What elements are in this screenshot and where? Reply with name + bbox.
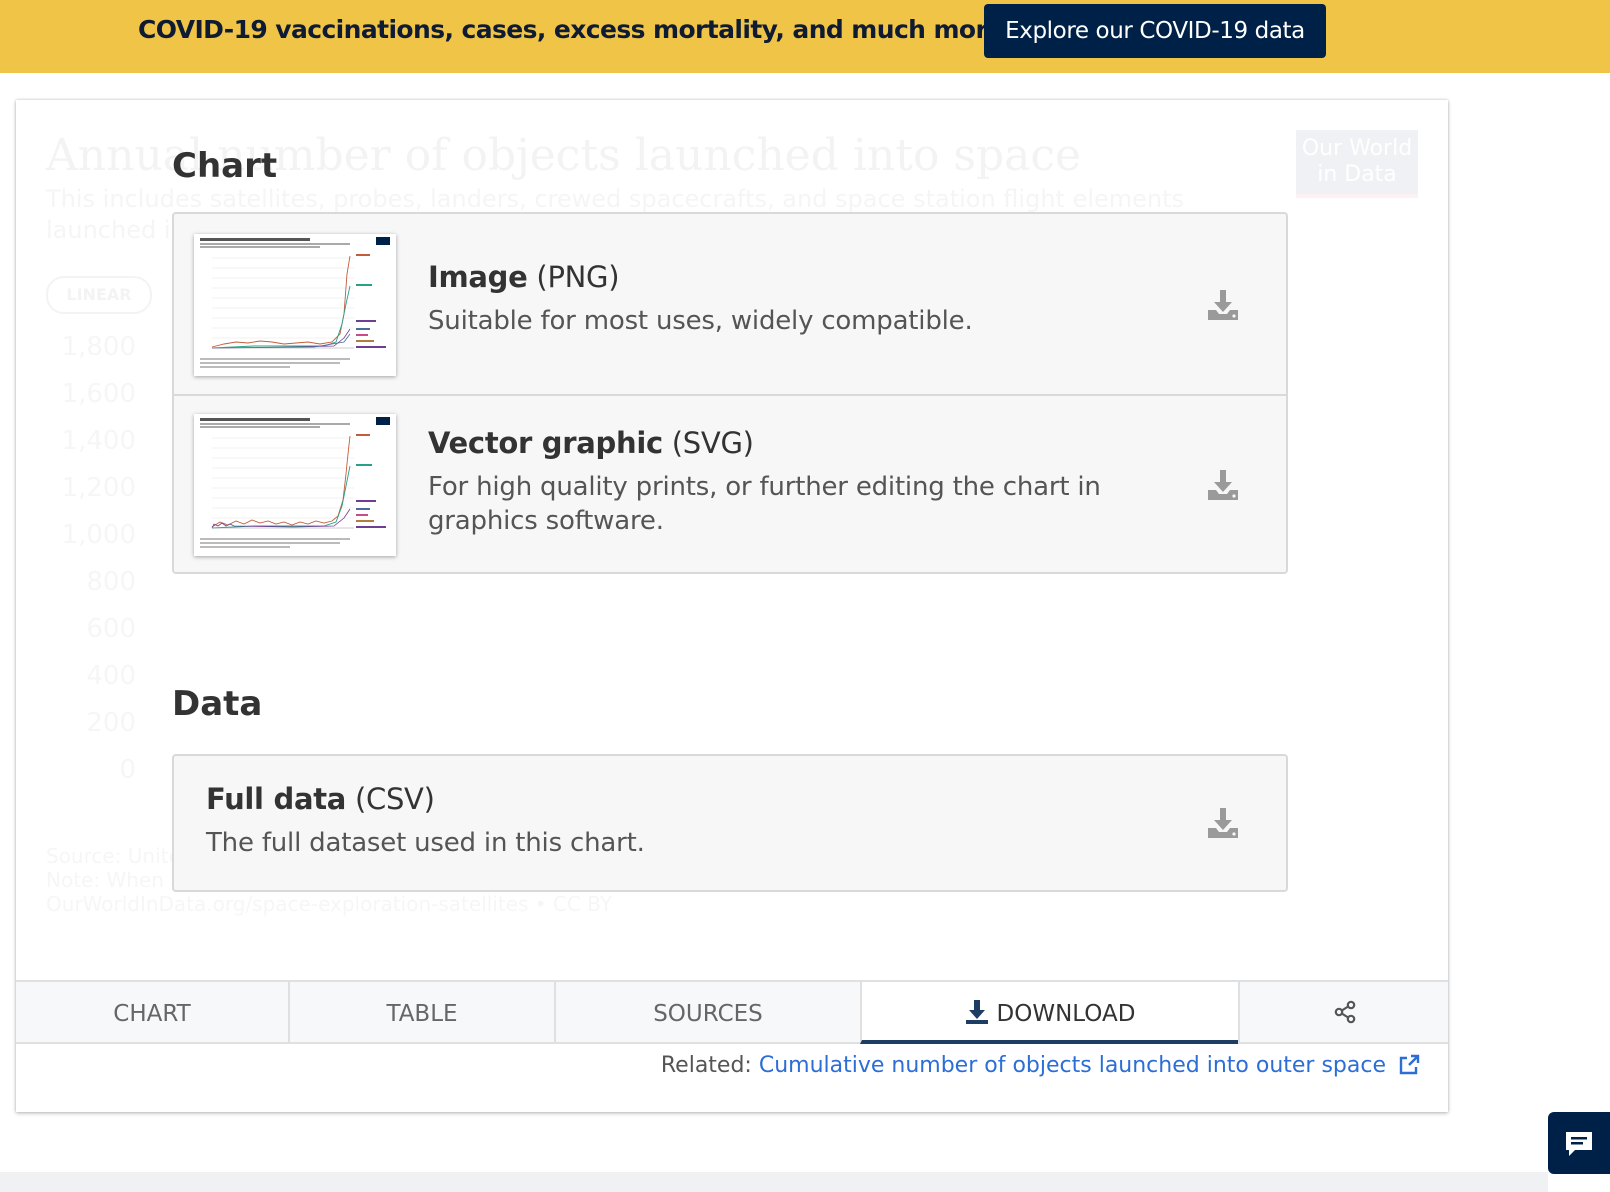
download-icon[interactable] xyxy=(1206,468,1240,502)
feedback-button[interactable] xyxy=(1548,1112,1610,1174)
svg-thumbnail xyxy=(194,414,396,556)
chart-download-options: Image (PNG) Suitable for most uses, wide… xyxy=(172,212,1288,574)
feedback-icon xyxy=(1566,1132,1592,1156)
covid-banner: COVID-19 vaccinations, cases, excess mor… xyxy=(0,0,1610,73)
banner-text: COVID-19 vaccinations, cases, excess mor… xyxy=(138,15,1004,44)
data-section-heading: Data xyxy=(172,684,263,724)
tab-table[interactable]: TABLE xyxy=(288,980,554,1044)
tab-chart[interactable]: CHART xyxy=(16,980,288,1044)
download-png-option[interactable]: Image (PNG) Suitable for most uses, wide… xyxy=(174,214,1286,394)
related-chart: Related: Cumulative number of objects la… xyxy=(16,1046,1448,1086)
csv-option-text: Full data (CSV) The full dataset used in… xyxy=(206,782,1106,860)
chart-thumbnail-image xyxy=(194,234,396,376)
page-footer-strip xyxy=(0,1172,1548,1192)
csv-description: The full dataset used in this chart. xyxy=(206,828,645,858)
svg-description: For high quality prints, or further edit… xyxy=(428,472,1101,536)
download-icon xyxy=(965,999,988,1024)
explore-covid-data-button[interactable]: Explore our COVID-19 data xyxy=(984,4,1326,58)
tab-download[interactable]: DOWNLOAD xyxy=(860,980,1238,1044)
download-icon[interactable] xyxy=(1206,806,1240,840)
png-thumbnail xyxy=(194,234,396,376)
tab-share[interactable] xyxy=(1238,980,1448,1044)
png-option-text: Image (PNG) Suitable for most uses, wide… xyxy=(428,260,1168,338)
chart-thumbnail-image xyxy=(194,414,396,556)
png-title: Image (PNG) xyxy=(428,260,620,294)
png-description: Suitable for most uses, widely compatibl… xyxy=(428,306,973,336)
related-prefix: Related: xyxy=(660,1053,759,1078)
csv-title: Full data (CSV) xyxy=(206,782,435,816)
svg-option-text: Vector graphic (SVG) For high quality pr… xyxy=(428,426,1148,538)
grapher-card: Annual number of objects launched into s… xyxy=(16,100,1448,1112)
external-link-icon[interactable] xyxy=(1398,1054,1420,1076)
chart-section-heading: Chart xyxy=(172,146,278,186)
share-icon xyxy=(1334,1000,1356,1023)
download-icon[interactable] xyxy=(1206,288,1240,322)
related-chart-link[interactable]: Cumulative number of objects launched in… xyxy=(759,1053,1386,1078)
tab-bar: CHART TABLE SOURCES DOWNLOAD xyxy=(16,980,1448,1044)
data-download-options: Full data (CSV) The full dataset used in… xyxy=(172,754,1288,892)
tab-sources[interactable]: SOURCES xyxy=(554,980,860,1044)
download-svg-option[interactable]: Vector graphic (SVG) For high quality pr… xyxy=(174,394,1286,572)
svg-title: Vector graphic (SVG) xyxy=(428,426,754,460)
download-panel: Chart Image (PNG) Suitable for most uses… xyxy=(16,100,1448,980)
download-csv-option[interactable]: Full data (CSV) The full dataset used in… xyxy=(174,756,1286,890)
